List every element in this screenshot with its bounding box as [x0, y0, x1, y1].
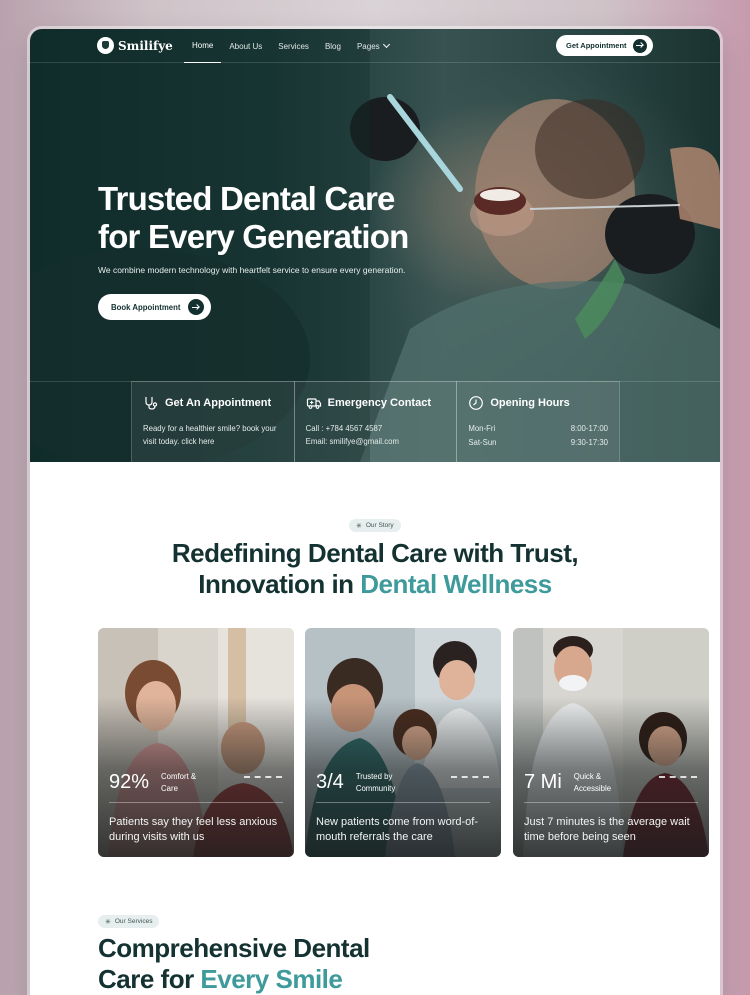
card-description: New patients come from word-of-mouth ref… [316, 816, 478, 843]
card-stat-label: Trusted by Community [356, 771, 395, 795]
appointment-card[interactable]: Get An Appointment Ready for a healthier… [131, 381, 295, 462]
hero-title-line1: Trusted Dental Care [98, 180, 395, 217]
appointment-card-text: Ready for a healthier smile? book your v… [143, 424, 277, 446]
card-stat-label-line2: Accessible [573, 784, 612, 793]
card-stat-label-line2: Care [161, 784, 178, 793]
services-title-accent: Every Smile [200, 964, 343, 994]
book-appointment-label: Book Appointment [111, 302, 181, 312]
card-divider [109, 802, 283, 803]
card-stat-label-line2: Community [355, 784, 396, 793]
book-appointment-button[interactable]: Book Appointment [98, 294, 211, 320]
emergency-email[interactable]: Email: smilifye@gmail.com [306, 435, 446, 448]
arrow-right-icon [632, 38, 647, 53]
services-title: Comprehensive Dental Care for Every Smil… [98, 933, 370, 995]
appointment-card-header: Get An Appointment [143, 395, 283, 411]
info-cards: Get An Appointment Ready for a healthier… [131, 381, 621, 462]
get-appointment-label: Get Appointment [566, 41, 627, 50]
story-card[interactable]: 92% Comfort & Care Patients say they feel… [98, 628, 294, 857]
card-dashes [451, 776, 489, 778]
story-cards: 92% Comfort & Care Patients say they feel… [98, 628, 710, 857]
story-title-accent: Dental Wellness [360, 569, 552, 599]
card-stat-value: 3/4 [316, 771, 344, 793]
hours-time: 9:30-17:30 [570, 438, 609, 447]
brand-logo[interactable]: Smilifye [97, 37, 173, 54]
hero-title-line2: for Every Generation [98, 218, 409, 255]
services-title-line1: Comprehensive Dental [98, 933, 370, 963]
story-card[interactable]: 7 Mi Quick & Accessible Just 7 minutes is… [513, 628, 709, 857]
card-stat-label: Comfort & Care [161, 771, 196, 795]
opening-hours-card: Opening Hours Mon-Fri 8:00-17:00 Sat-Sun… [456, 381, 621, 462]
card-stat-label-line1: Comfort & [161, 772, 197, 781]
emergency-card-title: Emergency Contact [327, 397, 431, 409]
hours-day: Mon-Fri [468, 424, 496, 433]
emergency-phone[interactable]: Call : +784 4567 4587 [306, 422, 446, 435]
card-divider [524, 802, 698, 803]
get-appointment-button[interactable]: Get Appointment [556, 35, 653, 56]
story-title-line1: Redefining Dental Care with Trust, [171, 538, 579, 568]
hours-day: Sat-Sun [468, 438, 497, 447]
card-stat: 3/4 Trusted by Community [316, 770, 395, 795]
brand-name: Smilifye [118, 38, 173, 53]
nav-item-about-us[interactable]: About Us [221, 29, 270, 63]
card-stat-label-line1: Trusted by [355, 772, 393, 781]
card-stat: 7 Mi Quick & Accessible [524, 770, 611, 795]
stethoscope-icon [145, 397, 158, 410]
hours-time: 8:00-17:00 [570, 424, 609, 433]
nav-item-blog[interactable]: Blog [317, 29, 349, 63]
card-description: Just 7 minutes is the average wait time … [524, 816, 690, 843]
top-nav: Smilifye Home About Us Services Blog Pag… [30, 29, 720, 63]
hero-subtitle: We combine modern technology with heartf… [98, 265, 406, 275]
opening-hours-header: Opening Hours [468, 395, 608, 411]
page-frame: Smilifye Home About Us Services Blog Pag… [30, 29, 720, 995]
emergency-card: Emergency Contact Call : +784 4567 4587 … [293, 381, 458, 462]
story-title-line2: Innovation in [198, 569, 361, 599]
hours-row: Sat-Sun 9:30-17:30 [468, 436, 608, 450]
our-story-label: Our Story [365, 522, 394, 529]
our-services-pill: ✳ Our Services [98, 915, 160, 928]
our-services-label: Our Services [114, 918, 153, 925]
nav-item-home[interactable]: Home [184, 29, 222, 63]
card-stat-value: 7 Mi [524, 771, 562, 793]
card-divider [316, 802, 490, 803]
emergency-card-header: Emergency Contact [306, 395, 446, 411]
our-story-pill: ✳ Our Story [349, 519, 401, 532]
card-stat-value: 92% [109, 771, 150, 793]
story-title: Redefining Dental Care with Trust, Innov… [30, 538, 720, 600]
tooth-logo-icon [97, 37, 114, 54]
card-stat: 92% Comfort & Care [109, 770, 196, 795]
nav-item-pages-label: Pages [356, 41, 380, 51]
nav-item-services[interactable]: Services [270, 29, 317, 63]
nav-item-pages[interactable]: Pages [349, 29, 397, 63]
hero-section: Smilifye Home About Us Services Blog Pag… [30, 29, 720, 462]
appointment-card-title: Get An Appointment [165, 397, 272, 409]
story-card[interactable]: 3/4 Trusted by Community New patients com… [305, 628, 501, 857]
hero-title: Trusted Dental Care for Every Generation [98, 180, 458, 256]
arrow-right-icon [188, 299, 205, 315]
chevron-down-icon [382, 40, 390, 49]
card-dashes [244, 776, 282, 778]
services-title-line2: Care for [98, 964, 201, 994]
card-stat-label: Quick & Accessible [574, 771, 611, 795]
nav-links: Home About Us Services Blog Pages [184, 29, 397, 63]
sparkle-icon: ✳ [105, 918, 111, 926]
sparkle-icon: ✳ [356, 522, 362, 530]
opening-hours-title: Opening Hours [490, 397, 570, 409]
ambulance-icon [306, 398, 321, 409]
card-description: Patients say they feel less anxious duri… [109, 816, 278, 843]
clock-icon [469, 396, 484, 410]
hours-row: Mon-Fri 8:00-17:00 [468, 422, 608, 436]
card-stat-label-line1: Quick & [573, 772, 602, 781]
card-dashes [659, 776, 697, 778]
